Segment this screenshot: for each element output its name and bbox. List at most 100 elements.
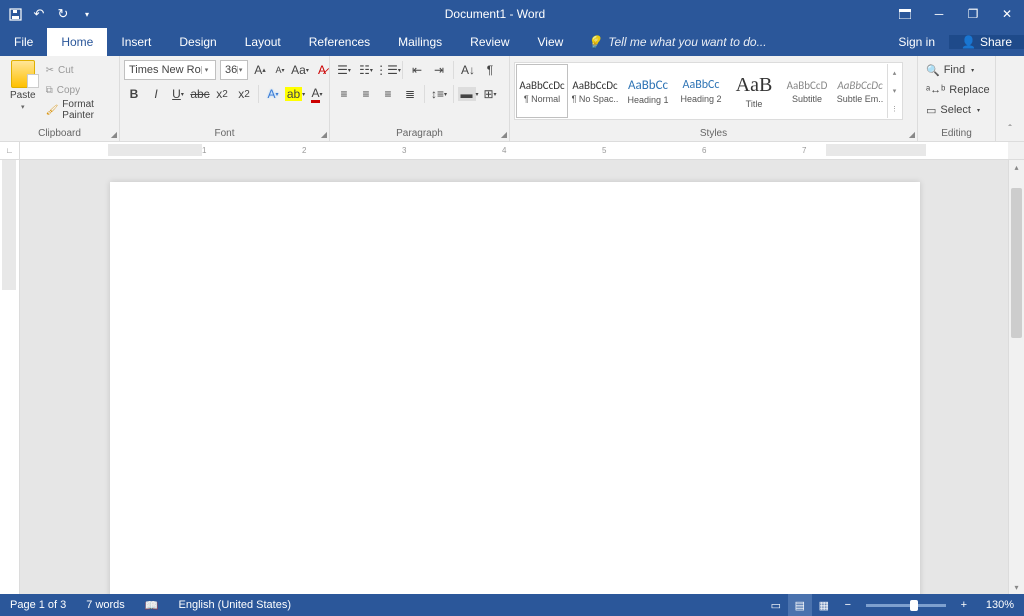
vertical-ruler[interactable] bbox=[0, 160, 20, 594]
web-layout-button[interactable]: ▦ bbox=[812, 594, 836, 616]
bold-button[interactable]: B bbox=[124, 84, 144, 104]
paragraph-launcher-icon[interactable]: ◢ bbox=[501, 130, 507, 139]
borders-button[interactable]: ⊞▾ bbox=[480, 84, 500, 104]
tab-design[interactable]: Design bbox=[165, 28, 230, 56]
clear-formatting-button[interactable]: A̷ bbox=[312, 60, 332, 80]
style-subtle-em-[interactable]: AaBbCcDcSubtle Em.. bbox=[834, 64, 886, 118]
tab-selector[interactable]: ∟ bbox=[0, 142, 20, 159]
italic-button[interactable]: I bbox=[146, 84, 166, 104]
undo-icon[interactable]: ↶ bbox=[28, 3, 50, 25]
word-count[interactable]: 7 words bbox=[76, 599, 135, 611]
superscript-button[interactable]: x2 bbox=[234, 84, 254, 104]
tab-layout[interactable]: Layout bbox=[231, 28, 295, 56]
document-canvas[interactable] bbox=[20, 160, 1008, 594]
paragraph-group-label: Paragraph bbox=[334, 128, 505, 141]
vertical-scrollbar[interactable]: ▴ ▾ bbox=[1008, 160, 1024, 594]
zoom-slider[interactable] bbox=[866, 604, 946, 607]
spell-check-icon[interactable]: 📖 bbox=[135, 599, 169, 612]
scroll-up-icon[interactable]: ▴ bbox=[1009, 160, 1024, 174]
horizontal-ruler[interactable]: 1234567 bbox=[20, 142, 1008, 159]
close-icon[interactable]: ✕ bbox=[990, 0, 1024, 28]
line-spacing-button[interactable]: ↕≡▾ bbox=[429, 84, 449, 104]
tab-references[interactable]: References bbox=[295, 28, 384, 56]
align-right-button[interactable]: ≡ bbox=[378, 84, 398, 104]
gallery-scroll-⋮[interactable]: ⋮ bbox=[888, 100, 901, 118]
find-icon: 🔍 bbox=[926, 64, 940, 77]
tab-view[interactable]: View bbox=[524, 28, 578, 56]
grow-font-button[interactable]: A▴ bbox=[250, 60, 270, 80]
tab-review[interactable]: Review bbox=[456, 28, 523, 56]
style-heading-1[interactable]: AaBbCcHeading 1 bbox=[622, 64, 674, 118]
tell-me-search[interactable]: 💡 Tell me what you want to do... bbox=[577, 35, 884, 49]
document-title: Document1 - Word bbox=[102, 7, 888, 21]
tab-file[interactable]: File bbox=[0, 28, 47, 56]
increase-indent-button[interactable]: ⇥ bbox=[429, 60, 449, 80]
zoom-out-button[interactable]: − bbox=[836, 594, 860, 616]
qat-dropdown-icon[interactable]: ▾ bbox=[76, 3, 98, 25]
page-indicator[interactable]: Page 1 of 3 bbox=[0, 599, 76, 611]
align-left-button[interactable]: ≡ bbox=[334, 84, 354, 104]
styles-launcher-icon[interactable]: ◢ bbox=[909, 130, 915, 139]
language-indicator[interactable]: English (United States) bbox=[169, 599, 302, 611]
redo-icon[interactable]: ↻ bbox=[52, 3, 74, 25]
highlight-button[interactable]: ab▾ bbox=[285, 84, 305, 104]
font-group-label: Font bbox=[124, 128, 325, 141]
font-size-combo[interactable]: 36▾ bbox=[220, 60, 248, 80]
underline-button[interactable]: U▾ bbox=[168, 84, 188, 104]
scroll-down-icon[interactable]: ▾ bbox=[1009, 580, 1024, 594]
save-icon[interactable] bbox=[4, 3, 26, 25]
styles-group-label: Styles bbox=[514, 128, 913, 141]
editing-group-label: Editing bbox=[922, 128, 991, 141]
zoom-in-button[interactable]: + bbox=[952, 594, 976, 616]
clipboard-group-label: Clipboard bbox=[4, 128, 115, 141]
numbering-button[interactable]: ☷▾ bbox=[356, 60, 376, 80]
text-effects-button[interactable]: A▾ bbox=[263, 84, 283, 104]
style-heading-2[interactable]: AaBbCcHeading 2 bbox=[675, 64, 727, 118]
style-title[interactable]: AaBTitle bbox=[728, 64, 780, 118]
gallery-scroll-▾[interactable]: ▾ bbox=[888, 82, 901, 100]
subscript-button[interactable]: x2 bbox=[212, 84, 232, 104]
print-layout-button[interactable]: ▤ bbox=[788, 594, 812, 616]
tab-mailings[interactable]: Mailings bbox=[384, 28, 456, 56]
ribbon-display-icon[interactable] bbox=[888, 0, 922, 28]
find-button[interactable]: 🔍Find▾ bbox=[922, 60, 978, 80]
replace-button[interactable]: ᵃ↔ᵇReplace bbox=[922, 80, 994, 100]
share-button[interactable]: 👤 Share bbox=[949, 35, 1024, 49]
font-launcher-icon[interactable]: ◢ bbox=[321, 130, 327, 139]
shading-button[interactable]: ▬▾ bbox=[458, 84, 478, 104]
maximize-icon[interactable]: ❐ bbox=[956, 0, 990, 28]
change-case-button[interactable]: Aa▾ bbox=[290, 60, 310, 80]
justify-button[interactable]: ≣ bbox=[400, 84, 420, 104]
page[interactable] bbox=[110, 182, 920, 594]
copy-button[interactable]: ⧉Copy bbox=[44, 80, 115, 100]
tab-insert[interactable]: Insert bbox=[107, 28, 165, 56]
font-color-button[interactable]: A▾ bbox=[307, 84, 327, 104]
minimize-icon[interactable]: ─ bbox=[922, 0, 956, 28]
align-center-button[interactable]: ≡ bbox=[356, 84, 376, 104]
style--normal[interactable]: AaBbCcDc¶ Normal bbox=[516, 64, 568, 118]
gallery-scroll-▴[interactable]: ▴ bbox=[888, 64, 901, 82]
show-marks-button[interactable]: ¶ bbox=[480, 60, 500, 80]
font-name-combo[interactable]: Times New Ro▾ bbox=[124, 60, 216, 80]
clipboard-launcher-icon[interactable]: ◢ bbox=[111, 130, 117, 139]
styles-gallery[interactable]: AaBbCcDc¶ NormalAaBbCcDc¶ No Spac..AaBbC… bbox=[514, 62, 903, 120]
read-mode-button[interactable]: ▭ bbox=[764, 594, 788, 616]
multilevel-list-button[interactable]: ⋮☰▾ bbox=[378, 60, 398, 80]
tab-home[interactable]: Home bbox=[47, 28, 107, 56]
scroll-thumb[interactable] bbox=[1011, 188, 1022, 338]
format-painter-button[interactable]: 🖌Format Painter bbox=[44, 100, 115, 120]
sign-in-link[interactable]: Sign in bbox=[884, 35, 949, 49]
paste-button[interactable]: Paste ▾ bbox=[4, 58, 42, 113]
decrease-indent-button[interactable]: ⇤ bbox=[407, 60, 427, 80]
shrink-font-button[interactable]: A▾ bbox=[272, 60, 288, 80]
strikethrough-button[interactable]: abc bbox=[190, 84, 210, 104]
chevron-down-icon: ▾ bbox=[21, 103, 25, 111]
style-subtitle[interactable]: AaBbCcDSubtitle bbox=[781, 64, 833, 118]
sort-button[interactable]: A↓ bbox=[458, 60, 478, 80]
style--no-spac-[interactable]: AaBbCcDc¶ No Spac.. bbox=[569, 64, 621, 118]
collapse-ribbon-button[interactable]: ˆ bbox=[996, 56, 1024, 141]
cut-button[interactable]: ✂Cut bbox=[44, 60, 115, 80]
bullets-button[interactable]: ☰▾ bbox=[334, 60, 354, 80]
select-button[interactable]: ▭Select▾ bbox=[922, 100, 984, 120]
zoom-level[interactable]: 130% bbox=[976, 599, 1024, 611]
